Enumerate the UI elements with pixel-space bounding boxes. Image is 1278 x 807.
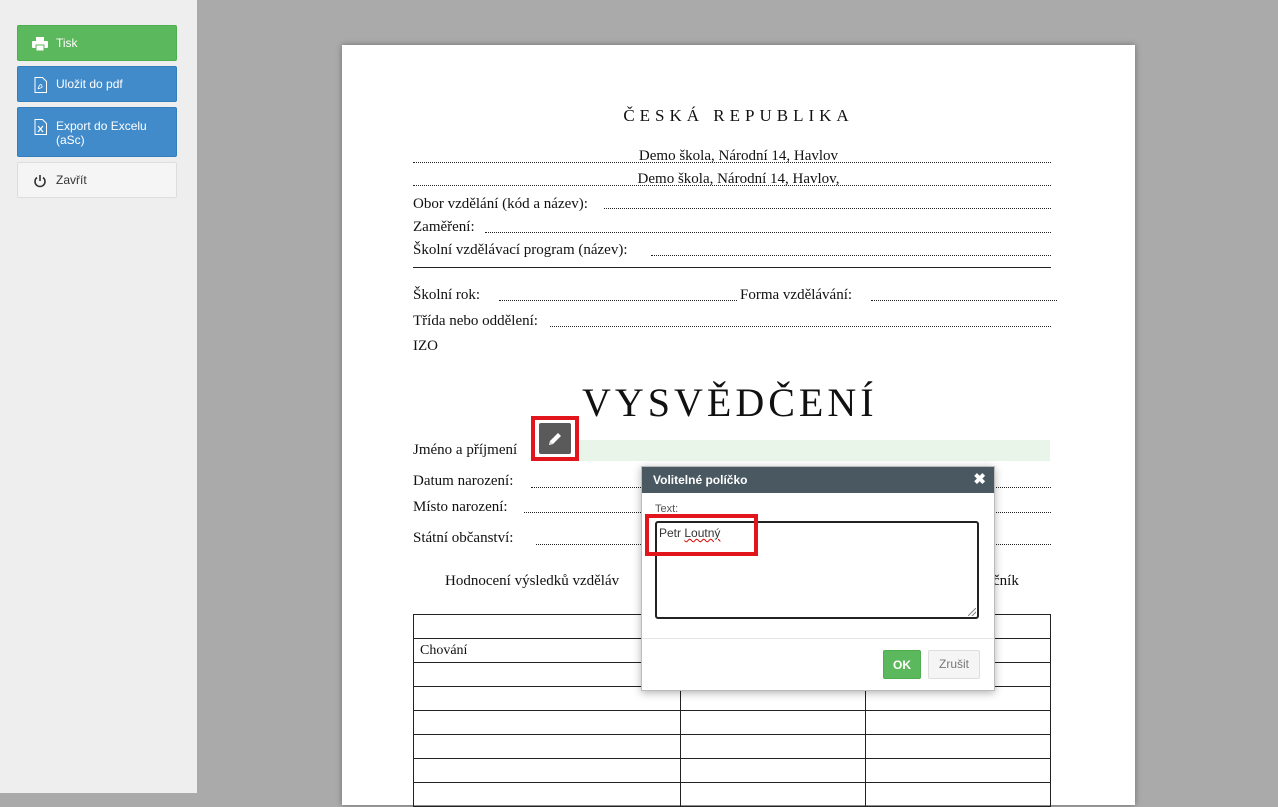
evaluation-heading-right: čník	[993, 573, 1019, 589]
table-cell	[865, 758, 1051, 783]
table-cell	[680, 710, 866, 735]
cancel-button[interactable]: Zrušit	[928, 650, 980, 679]
table-cell	[680, 782, 866, 807]
program-dots	[651, 255, 1051, 256]
name-field-highlight[interactable]	[578, 440, 1050, 461]
sidebar: Tisk Uložit do pdf Export do Excelu (aSc…	[0, 0, 197, 793]
save-pdf-label: Uložit do pdf	[56, 77, 123, 91]
pencil-icon	[539, 423, 571, 454]
citizenship-label: Státní občanství:	[413, 530, 514, 546]
table-row	[413, 758, 1051, 783]
certificate-document: ČESKÁ REPUBLIKA Demo škola, Národní 14, …	[342, 45, 1135, 807]
dialog-header: Volitelné políčko ✖	[642, 467, 994, 493]
zamereni-dots	[485, 232, 1051, 233]
dialog-title: Volitelné políčko	[653, 473, 748, 487]
dialog-footer-divider	[642, 638, 994, 639]
table-cell	[865, 782, 1051, 807]
school-year-label: Školní rok:	[413, 287, 481, 303]
power-icon	[32, 173, 48, 189]
table-cell	[680, 758, 866, 783]
certificate-title: VYSVĚDČENÍ	[582, 380, 878, 425]
obor-label: Obor vzdělání (kód a název):	[413, 196, 588, 212]
header-divider	[413, 267, 1051, 268]
print-button-label: Tisk	[56, 36, 78, 50]
ok-button[interactable]: OK	[883, 650, 921, 679]
text-highlight-box	[645, 514, 758, 556]
export-excel-label-line2: (aSc)	[56, 133, 85, 147]
resize-handle-icon[interactable]	[968, 608, 976, 616]
program-label: Školní vzdělávací program (název):	[413, 242, 628, 258]
close-button[interactable]: Zavřít	[17, 162, 177, 198]
export-excel-label: Export do Excelu (aSc)	[56, 119, 147, 147]
birth-date-label: Datum narození:	[413, 473, 514, 489]
country-heading: ČESKÁ REPUBLIKA	[623, 106, 854, 125]
print-button[interactable]: Tisk	[17, 25, 177, 61]
school-year-dots	[499, 300, 737, 301]
study-form-dots	[871, 300, 1057, 301]
evaluation-heading-left: Hodnocení výsledků vzděláv	[445, 573, 620, 589]
table-row	[413, 782, 1051, 807]
birth-place-label: Místo narození:	[413, 499, 508, 515]
save-pdf-button[interactable]: Uložit do pdf	[17, 66, 177, 102]
study-form-label: Forma vzdělávání:	[740, 287, 853, 303]
table-cell	[413, 710, 681, 735]
obor-dots	[604, 208, 1051, 209]
table-cell	[680, 734, 866, 759]
table-cell	[413, 734, 681, 759]
zamereni-label: Zaměření:	[413, 219, 475, 235]
export-excel-button[interactable]: Export do Excelu (aSc)	[17, 107, 177, 157]
edit-field-button[interactable]	[531, 416, 579, 461]
class-dots	[550, 326, 1051, 327]
name-label: Jméno a příjmení	[413, 442, 518, 458]
table-cell	[413, 758, 681, 783]
school-name-line-1: Demo škola, Národní 14, Havlov	[638, 148, 839, 164]
export-excel-label-line1: Export do Excelu	[56, 119, 147, 133]
optional-field-dialog: Volitelné políčko ✖ Text: Petr Loutný OK…	[641, 466, 995, 691]
table-row	[413, 734, 1051, 759]
table-cell	[413, 782, 681, 807]
excel-file-icon	[32, 119, 48, 135]
close-icon[interactable]: ✖	[973, 467, 986, 493]
izo-label: IZO	[413, 338, 438, 354]
printer-icon	[32, 36, 48, 52]
school-name-line-2: Demo škola, Národní 14, Havlov,	[637, 171, 840, 187]
close-button-label: Zavřít	[56, 173, 87, 187]
pdf-file-icon	[32, 77, 48, 93]
table-cell	[865, 710, 1051, 735]
table-row	[413, 710, 1051, 735]
table-cell	[865, 734, 1051, 759]
class-label: Třída nebo oddělení:	[413, 313, 538, 329]
